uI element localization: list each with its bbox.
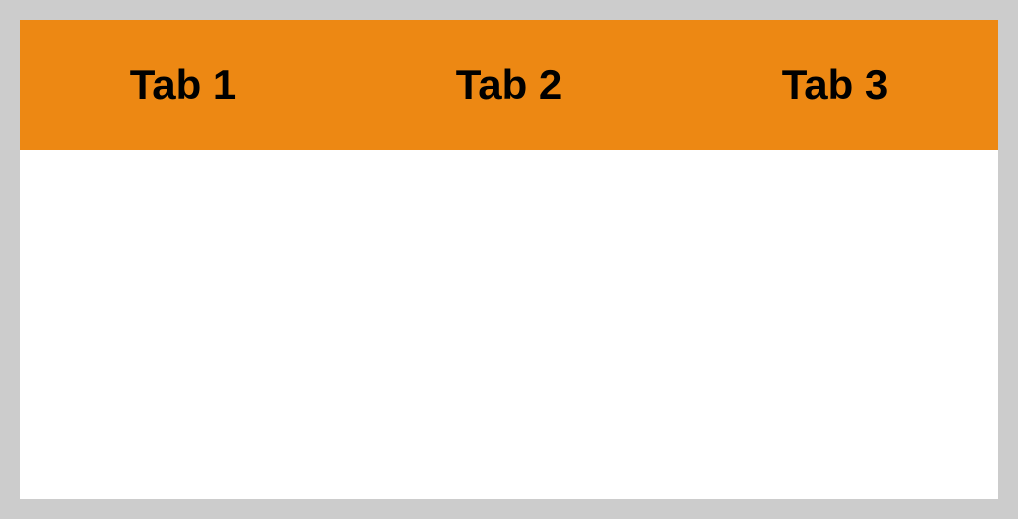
tab-3[interactable]: Tab 3 (672, 20, 998, 150)
content-area (20, 150, 998, 499)
tab-1[interactable]: Tab 1 (20, 20, 346, 150)
tab-3-label: Tab 3 (782, 61, 889, 109)
main-container: Tab 1 Tab 2 Tab 3 (20, 20, 998, 499)
tab-2[interactable]: Tab 2 (346, 20, 672, 150)
tab-bar: Tab 1 Tab 2 Tab 3 (20, 20, 998, 150)
tab-1-label: Tab 1 (130, 61, 237, 109)
tab-2-label: Tab 2 (456, 61, 563, 109)
